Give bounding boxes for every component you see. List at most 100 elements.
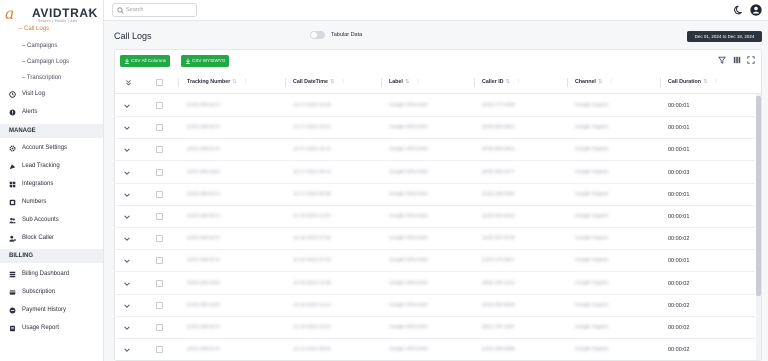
date-range-picker[interactable]: Dec 01, 2024 to Dec 18, 2024 bbox=[687, 31, 762, 42]
sidebar-item-visit-log[interactable]: Visit Log bbox=[0, 88, 103, 101]
chevron-down-icon[interactable] bbox=[123, 102, 131, 110]
table-row[interactable]: (210) 298-9172 12-17-2024 10:12 Google ORG… bbox=[115, 117, 755, 140]
sidebar-item-transcription[interactable]: – Transcription bbox=[22, 75, 61, 81]
row-checkbox[interactable] bbox=[156, 102, 163, 109]
cell-call-datetime: 12-13-2024 08:54 bbox=[293, 347, 331, 353]
sort-icon[interactable]: ⇅ bbox=[232, 79, 236, 85]
sort-icon[interactable]: ⇅ bbox=[703, 79, 707, 85]
toggle-knob bbox=[311, 32, 317, 38]
chevron-down-icon[interactable] bbox=[123, 169, 131, 177]
chevron-down-icon[interactable] bbox=[123, 302, 131, 310]
logo: a AVIDTRAK Search | Mobile | Ads bbox=[5, 4, 100, 23]
sidebar-item-payment-history[interactable]: Payment History bbox=[0, 304, 103, 317]
row-checkbox[interactable] bbox=[156, 213, 163, 220]
filter-icon[interactable] bbox=[718, 56, 726, 64]
chevron-down-icon[interactable] bbox=[123, 346, 131, 354]
theme-toggle-icon[interactable] bbox=[734, 5, 744, 15]
table-row[interactable]: (210) 298-9172 12-16-2024 11:03 Google ORG… bbox=[115, 206, 755, 228]
chevron-down-icon[interactable] bbox=[123, 280, 131, 288]
cell-caller-id: (210) 842-5421 bbox=[482, 214, 515, 219]
column-header-call-datetime[interactable]: Call DateTime ⇅ ⋮ bbox=[293, 79, 346, 85]
sidebar-item-campaign-logs[interactable]: – Campaign Logs bbox=[22, 59, 69, 65]
sort-icon[interactable]: ⇅ bbox=[405, 79, 409, 85]
column-header-tracking-number[interactable]: Tracking Number ⇅ ⋮ bbox=[187, 79, 248, 85]
column-header-call-duration[interactable]: Call Duration ⇅ ⋮ bbox=[668, 79, 719, 85]
fullscreen-icon[interactable] bbox=[747, 56, 755, 64]
users-icon bbox=[9, 217, 16, 224]
row-checkbox[interactable] bbox=[156, 279, 163, 287]
chevron-down-icon[interactable] bbox=[123, 257, 131, 265]
table-row[interactable]: (210) 298-9172 12-16-2024 07:03 Google ORG… bbox=[115, 250, 755, 273]
column-menu-icon[interactable]: ⋮ bbox=[243, 79, 248, 85]
row-checkbox[interactable] bbox=[156, 324, 163, 331]
sort-icon[interactable]: ⇅ bbox=[506, 79, 510, 85]
tabular-data-toggle[interactable] bbox=[310, 31, 325, 39]
cell-label: Google ORGANIC bbox=[389, 191, 429, 197]
row-checkbox[interactable] bbox=[156, 257, 163, 265]
table-row[interactable]: (210) 298-1522 12-15-2024 12:12 Google ORG… bbox=[115, 295, 755, 317]
column-menu-icon[interactable]: ⋮ bbox=[516, 79, 521, 85]
csv-all-columns-button[interactable]: CSV All Columns bbox=[120, 55, 170, 67]
cell-caller-id: (210) 299-5388 bbox=[482, 347, 515, 353]
sidebar-item-campaigns[interactable]: – Campaigns bbox=[22, 43, 57, 49]
select-all-checkbox[interactable] bbox=[156, 79, 163, 86]
sidebar-item-call-logs[interactable]: – Call Logs bbox=[19, 26, 49, 32]
sidebar-item-billing-dashboard[interactable]: Billing Dashboard bbox=[0, 268, 103, 281]
sidebar-item-integrations[interactable]: Integrations bbox=[0, 178, 103, 191]
table-row[interactable]: (210) 298-1522 12-15-2024 13:48 Google ORG… bbox=[115, 273, 755, 295]
sort-icon[interactable]: ⇅ bbox=[330, 79, 334, 85]
table-row[interactable]: (210) 298-9172 12-13-2024 08:54 Google ORG… bbox=[115, 339, 755, 360]
chevron-down-icon[interactable] bbox=[123, 235, 131, 243]
vertical-scrollbar[interactable] bbox=[756, 94, 761, 360]
table-row[interactable]: (210) 298-1522 12-17-2024 09:14 Google ORG… bbox=[115, 162, 755, 184]
cell-tracking-number: (210) 298-9172 bbox=[187, 103, 220, 108]
cell-label: Google ORGANIC bbox=[389, 325, 429, 330]
scrollbar-thumb[interactable] bbox=[756, 96, 761, 296]
sidebar-item-lead-tracking[interactable]: Lead Tracking bbox=[0, 160, 103, 173]
table-row[interactable]: (210) 298-9172 12-16-2024 07:52 Google ORG… bbox=[115, 228, 755, 251]
chevron-down-icon[interactable] bbox=[123, 324, 131, 332]
sidebar-item-numbers[interactable]: Numbers bbox=[0, 196, 103, 209]
column-header-caller-id[interactable]: Caller ID ⇅ ⋮ bbox=[482, 79, 521, 85]
row-checkbox[interactable] bbox=[156, 124, 163, 132]
column-menu-icon[interactable]: ⋮ bbox=[713, 79, 718, 85]
row-checkbox[interactable] bbox=[156, 190, 163, 198]
column-menu-icon[interactable]: ⋮ bbox=[608, 79, 613, 85]
table-row[interactable]: (210) 298-9172 12-15-2024 10:22 Google ORG… bbox=[115, 317, 755, 339]
user-avatar-icon[interactable] bbox=[750, 4, 762, 16]
row-checkbox[interactable] bbox=[156, 301, 163, 309]
row-checkbox[interactable] bbox=[156, 146, 163, 154]
row-checkbox[interactable] bbox=[156, 168, 163, 176]
column-header-channel[interactable]: Channel ⇅ ⋮ bbox=[575, 79, 614, 85]
column-header-label[interactable]: Label ⇅ ⋮ bbox=[389, 79, 421, 85]
column-menu-icon[interactable]: ⋮ bbox=[340, 79, 345, 85]
sidebar-item-subscription[interactable]: Subscription bbox=[0, 286, 103, 299]
expand-all-icon[interactable] bbox=[125, 79, 132, 86]
cell-channel: Google Organic bbox=[575, 347, 609, 353]
columns-icon[interactable] bbox=[733, 56, 741, 64]
download-icon bbox=[124, 58, 130, 64]
csv-wysiwyg-button[interactable]: CSV WYSIWYG bbox=[181, 55, 230, 67]
sidebar-item-usage-report[interactable]: Usage Report bbox=[0, 322, 103, 335]
chevron-down-icon[interactable] bbox=[123, 124, 131, 132]
table-row[interactable]: (210) 298-9172 12-17-2024 10:12 Google ORG… bbox=[115, 139, 755, 162]
cell-call-datetime: 12-15-2024 13:48 bbox=[293, 280, 331, 286]
chevron-down-icon[interactable] bbox=[123, 213, 131, 221]
sidebar-item-account-settings[interactable]: Account Settings bbox=[0, 142, 103, 155]
chevron-down-icon[interactable] bbox=[123, 146, 131, 154]
sort-icon[interactable]: ⇅ bbox=[598, 79, 602, 85]
sidebar-item-block-caller[interactable]: Block Caller bbox=[0, 232, 103, 245]
search-placeholder: Search bbox=[126, 7, 144, 13]
sidebar-item-alerts[interactable]: Alerts bbox=[0, 106, 103, 119]
table-row[interactable]: (210) 298-9172 12-17-2024 10:48 Google ORG… bbox=[115, 95, 755, 117]
column-separator bbox=[381, 78, 382, 87]
search-input[interactable]: Search bbox=[112, 3, 197, 17]
table-row[interactable]: (210) 298-9172 12-17-2024 08:38 Google ORG… bbox=[115, 184, 755, 206]
chevron-down-icon[interactable] bbox=[123, 191, 131, 199]
column-separator bbox=[474, 78, 475, 87]
row-checkbox[interactable] bbox=[156, 235, 163, 243]
sidebar-item-sub-accounts[interactable]: Sub Accounts bbox=[0, 214, 103, 227]
column-menu-icon[interactable]: ⋮ bbox=[415, 79, 420, 85]
collapse-sidebar-icon[interactable]: ‹ bbox=[88, 6, 91, 16]
row-checkbox[interactable] bbox=[156, 346, 163, 354]
